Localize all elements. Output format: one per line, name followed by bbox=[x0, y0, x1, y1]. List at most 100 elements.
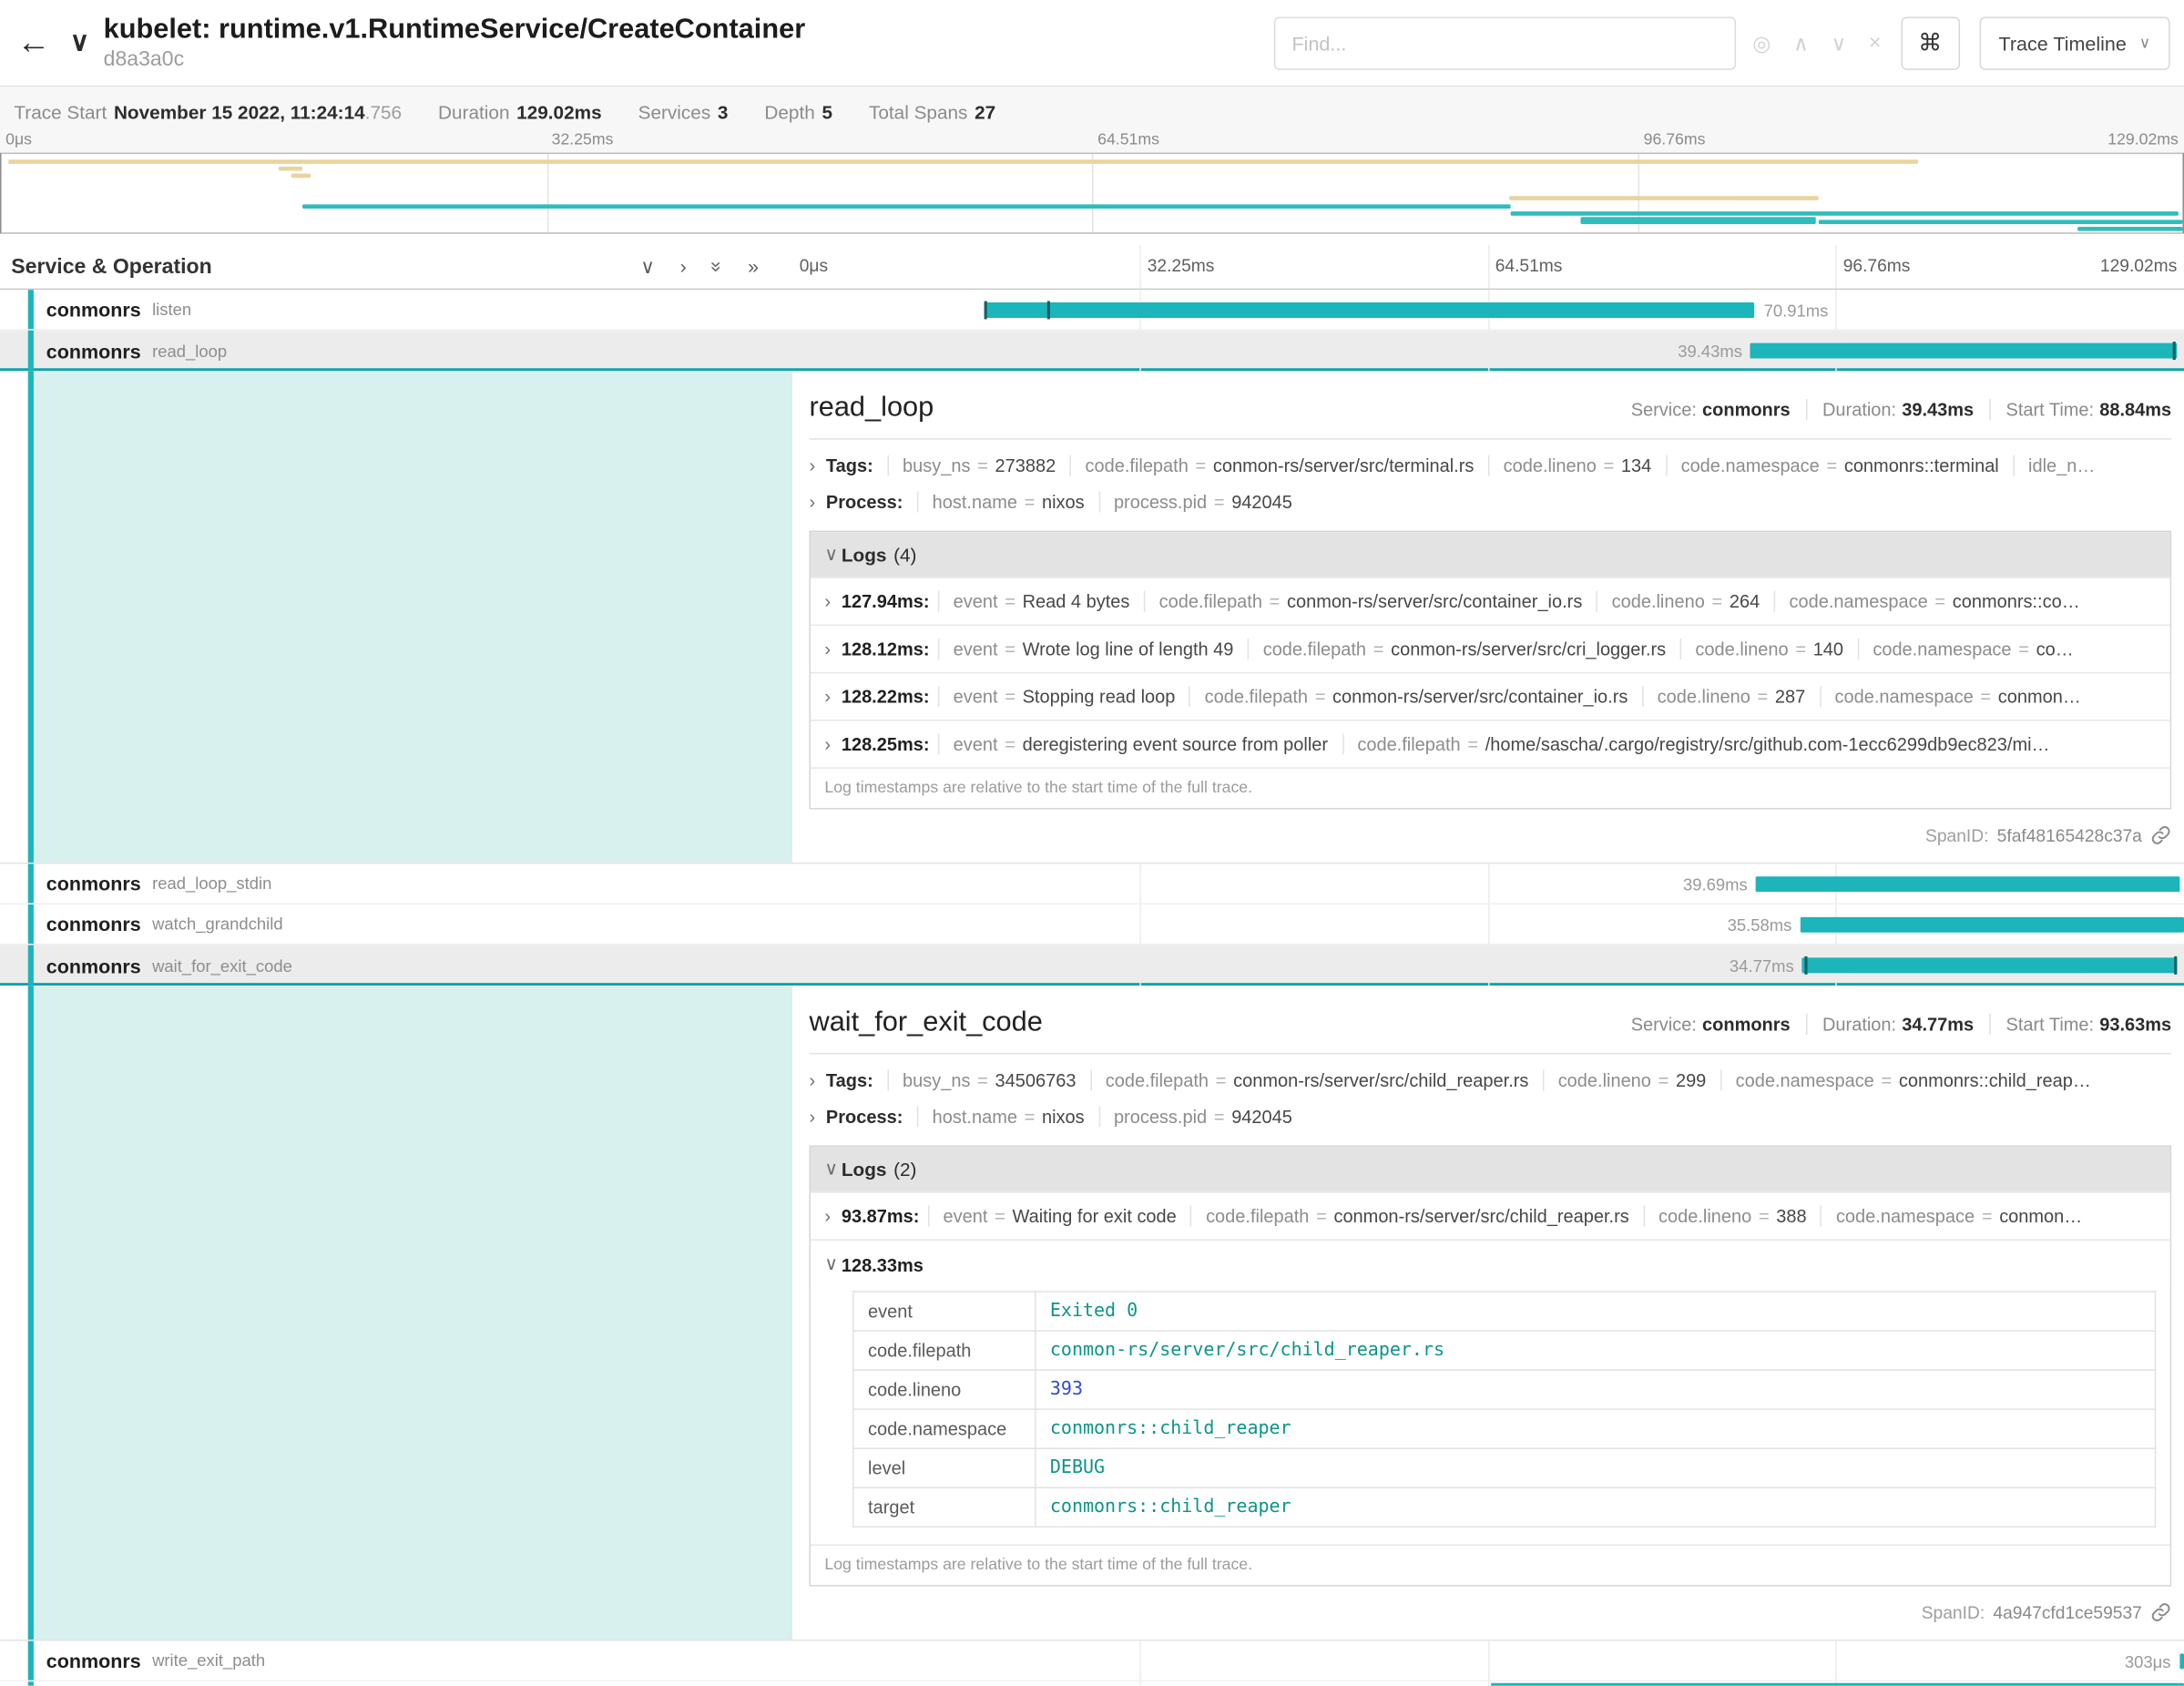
span-name-cell[interactable]: conmonrs write_exit_path bbox=[0, 1641, 792, 1682]
log-entry[interactable]: › 128.12ms: event=Wrote log line of leng… bbox=[811, 625, 2170, 672]
log-timestamp: 128.25ms: bbox=[842, 733, 930, 754]
span-duration-label: 34.77ms bbox=[1730, 956, 1794, 976]
trace-overview: Trace StartNovember 15 2022, 11:24:14.75… bbox=[0, 87, 2184, 233]
span-timeline-cell[interactable]: 303μs bbox=[792, 1641, 2184, 1682]
span-bar[interactable] bbox=[1801, 917, 2184, 933]
logs-section: ∨ Logs (4) › 127.94ms: event=Read 4 byte… bbox=[809, 531, 2171, 810]
span-timeline-cell[interactable]: 39.69ms bbox=[792, 863, 2184, 904]
process-row[interactable]: › Process: host.name=nixos process.pid=9… bbox=[809, 492, 2171, 513]
span-duration-label: 303μs bbox=[2125, 1652, 2171, 1672]
service-name: conmonrs bbox=[46, 873, 141, 895]
log-entry[interactable]: › 127.94ms: event=Read 4 bytes code.file… bbox=[811, 577, 2170, 624]
expand-one-icon[interactable]: › bbox=[680, 255, 687, 279]
span-id-value: 4a947cfd1ce59537 bbox=[1993, 1602, 2141, 1622]
span-row-read-loop[interactable]: conmonrs read_loop 39.43ms bbox=[0, 331, 2184, 372]
collapse-trace-header-icon[interactable]: ∨ bbox=[70, 26, 89, 58]
span-bar[interactable] bbox=[1802, 957, 2178, 973]
clear-search-icon[interactable]: × bbox=[1869, 31, 1881, 55]
span-row-write-exit-path[interactable]: conmonrs write_exit_path 303μs bbox=[0, 1641, 2184, 1682]
logs-section: ∨ Logs (2) › 93.87ms: event=Waiting for … bbox=[809, 1145, 2171, 1586]
span-bar[interactable] bbox=[2179, 1653, 2184, 1669]
span-name-cell[interactable] bbox=[0, 1681, 792, 1686]
service-name: conmonrs bbox=[46, 298, 141, 321]
span-row-cutoff[interactable] bbox=[0, 1681, 2184, 1686]
chevron-down-icon: ∨ bbox=[824, 1253, 841, 1276]
table-row: eventExited 0 bbox=[853, 1292, 2156, 1331]
span-duration-label: 35.58ms bbox=[1728, 915, 1792, 935]
log-field: code.lineno=264 bbox=[1597, 591, 1774, 612]
detail-meta: Service:conmonrs Duration:39.43ms Start … bbox=[1631, 399, 2171, 420]
link-icon[interactable] bbox=[2150, 824, 2171, 845]
log-field: code.lineno=287 bbox=[1642, 686, 1820, 707]
back-arrow-icon: ← bbox=[16, 23, 50, 62]
expand-all-icon[interactable]: » bbox=[748, 255, 759, 279]
log-entry[interactable]: › 93.87ms: event=Waiting for exit code c… bbox=[811, 1191, 2170, 1239]
trace-view-selector[interactable]: Trace Timeline ∨ bbox=[1979, 16, 2170, 69]
log-field: code.filepath=/home/sascha/.cargo/regist… bbox=[1342, 733, 2063, 754]
find-input[interactable] bbox=[1274, 16, 1736, 69]
log-entry-expanded[interactable]: ∨ 128.33ms bbox=[811, 1239, 2170, 1288]
detail-left-gutter bbox=[0, 986, 792, 1640]
span-bar[interactable] bbox=[1491, 1683, 2184, 1686]
minimap-tick: 129.02ms bbox=[2107, 131, 2179, 148]
prev-match-icon[interactable]: ∧ bbox=[1793, 30, 1809, 56]
span-bar[interactable] bbox=[1750, 343, 2177, 359]
table-row: targetconmonrs::child_reaper bbox=[853, 1487, 2156, 1527]
minimap-canvas[interactable] bbox=[0, 153, 2184, 234]
span-name-cell[interactable]: conmonrs read_loop_stdin bbox=[0, 863, 792, 904]
log-entry[interactable]: › 128.22ms: event=Stopping read loop cod… bbox=[811, 672, 2170, 720]
log-field: code.filepath=conmon-rs/server/src/conta… bbox=[1144, 591, 1597, 612]
logs-header[interactable]: ∨ Logs (2) bbox=[811, 1147, 2170, 1191]
detail-content: read_loop Service:conmonrs Duration:39.4… bbox=[792, 371, 2184, 863]
span-name-cell[interactable]: conmonrs watch_grandchild bbox=[0, 904, 792, 945]
link-icon[interactable] bbox=[2150, 1602, 2171, 1623]
log-field: code.namespace=conmon… bbox=[1820, 686, 2096, 707]
chevron-right-icon: › bbox=[824, 686, 841, 707]
service-color-strip bbox=[28, 945, 34, 986]
span-name-cell[interactable]: conmonrs wait_for_exit_code bbox=[0, 945, 792, 986]
tag-item: code.namespace=conmonrs::child_reap… bbox=[1720, 1069, 2106, 1090]
detail-service: Service:conmonrs bbox=[1631, 1014, 1791, 1035]
match-count-icon[interactable]: ◎ bbox=[1752, 30, 1771, 56]
chevron-right-icon: › bbox=[824, 1206, 841, 1227]
span-timeline-cell[interactable] bbox=[792, 1681, 2184, 1686]
span-duration-label: 70.91ms bbox=[1764, 301, 1829, 321]
detail-meta: Service:conmonrs Duration:34.77ms Start … bbox=[1631, 1014, 2171, 1035]
log-timestamp: 128.22ms: bbox=[842, 686, 930, 707]
next-match-icon[interactable]: ∨ bbox=[1831, 30, 1846, 56]
keyboard-shortcuts-button[interactable]: ⌘ bbox=[1901, 16, 1960, 69]
timeline-grid-header: Service & Operation ∨ › » » 0μs 32.25ms … bbox=[0, 245, 2184, 290]
log-entry[interactable]: › 128.25ms: event=deregistering event so… bbox=[811, 720, 2170, 767]
logs-header[interactable]: ∨ Logs (4) bbox=[811, 532, 2170, 577]
tags-row[interactable]: › Tags: busy_ns=34506763 code.filepath=c… bbox=[809, 1069, 2171, 1090]
span-row-watch-grandchild[interactable]: conmonrs watch_grandchild 35.58ms bbox=[0, 904, 2184, 945]
span-row-wait-for-exit-code[interactable]: conmonrs wait_for_exit_code 34.77ms bbox=[0, 945, 2184, 986]
detail-service: Service:conmonrs bbox=[1631, 399, 1791, 420]
collapse-all-icon[interactable]: » bbox=[705, 261, 729, 272]
log-field: event=Wrote log line of length 49 bbox=[938, 639, 1248, 659]
back-button[interactable]: ← bbox=[0, 0, 67, 86]
trace-depth: Depth5 bbox=[764, 102, 832, 123]
operation-name: listen bbox=[152, 300, 191, 320]
span-row-read-loop-stdin[interactable]: conmonrs read_loop_stdin 39.69ms bbox=[0, 863, 2184, 904]
span-name-cell[interactable]: conmonrs read_loop bbox=[0, 331, 792, 372]
span-timeline-cell[interactable]: 70.91ms bbox=[792, 290, 2184, 331]
tags-row[interactable]: › Tags: busy_ns=273882 code.filepath=con… bbox=[809, 455, 2171, 476]
span-bar[interactable] bbox=[1756, 876, 2180, 892]
minimap-span bbox=[8, 159, 1919, 164]
chevron-down-icon: ∨ bbox=[2139, 34, 2150, 52]
log-field: event=Stopping read loop bbox=[938, 686, 1189, 707]
span-row-listen[interactable]: conmonrs listen 70.91ms bbox=[0, 290, 2184, 331]
span-timeline-cell[interactable]: 35.58ms bbox=[792, 904, 2184, 945]
span-bar[interactable] bbox=[985, 302, 1754, 318]
detail-content: wait_for_exit_code Service:conmonrs Dura… bbox=[792, 986, 2184, 1640]
span-timeline-cell[interactable]: 39.43ms bbox=[792, 331, 2184, 372]
span-timeline-cell[interactable]: 34.77ms bbox=[792, 945, 2184, 986]
process-row[interactable]: › Process: host.name=nixos process.pid=9… bbox=[809, 1106, 2171, 1127]
find-controls: ◎ ∧ ∨ × bbox=[1752, 30, 1881, 56]
minimap-span bbox=[291, 174, 311, 179]
ruler-tick: 129.02ms bbox=[2100, 256, 2177, 276]
span-name-cell[interactable]: conmonrs listen bbox=[0, 290, 792, 331]
collapse-one-icon[interactable]: ∨ bbox=[640, 255, 655, 279]
minimap-tick: 96.76ms bbox=[1644, 131, 1706, 148]
